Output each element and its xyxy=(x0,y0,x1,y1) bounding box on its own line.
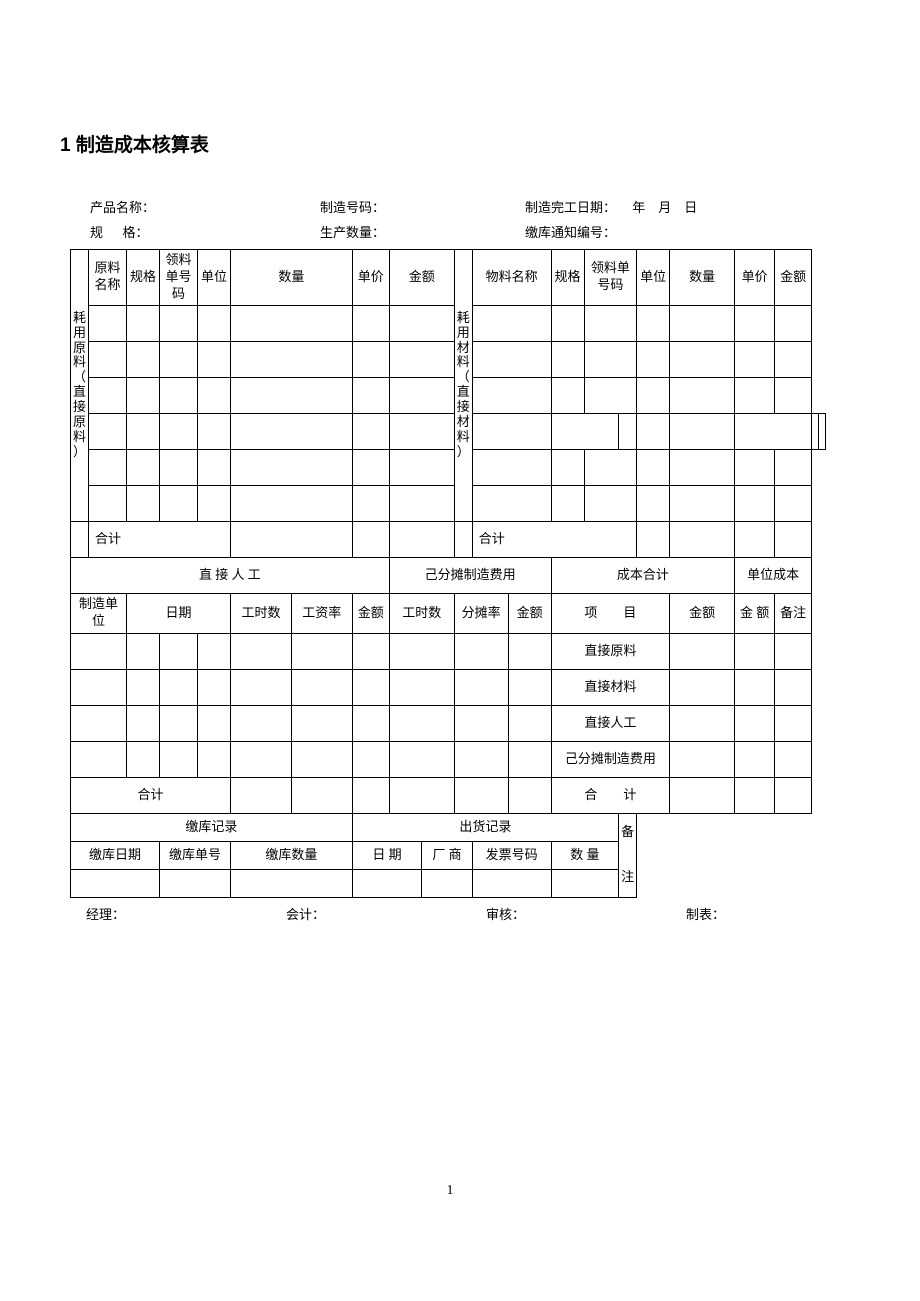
table-row xyxy=(71,485,826,521)
product-name-label: 产品名称： xyxy=(90,200,155,215)
table-row: 直接人工 xyxy=(71,705,826,741)
col-amt-r: 金额 xyxy=(775,250,812,306)
table-row xyxy=(71,341,826,377)
col-spec-r: 规格 xyxy=(551,250,584,306)
out-record-header: 出货记录 xyxy=(352,813,618,841)
col-qty-r: 数量 xyxy=(670,250,735,306)
out-qty-col: 数 量 xyxy=(551,841,619,869)
col-mat-name: 物料名称 xyxy=(472,250,551,306)
signature-row: 经理： 会计： 审核： 制表： xyxy=(86,904,826,923)
col-reqno-r: 领料单号码 xyxy=(584,250,637,306)
in-no-col: 缴库单号 xyxy=(160,841,231,869)
col-amt-l: 金额 xyxy=(389,250,454,306)
direct-labor-header: 直 接 人 工 xyxy=(71,557,390,593)
cost-table: 耗用原料（直接原料） 原料名称 规格 领料单号码 单位 数量 单价 金额 耗用材… xyxy=(70,249,826,898)
remark-vertical: 备注 xyxy=(619,813,637,897)
amount-col-1: 金额 xyxy=(352,593,389,633)
cost-total-header: 成本合计 xyxy=(551,557,735,593)
manager-label: 经理： xyxy=(86,907,125,922)
table-row: 直接原料 xyxy=(71,633,826,669)
spec-label-p1: 规 xyxy=(90,225,103,240)
in-qty-col: 缴库数量 xyxy=(231,841,353,869)
col-raw-name: 原料名称 xyxy=(89,250,127,306)
meta-row-2: 规 格： 生产数量： 缴库通知编号： xyxy=(60,222,840,241)
meta-row-1: 产品名称： 制造号码： 制造完工日期： 年 月 日 xyxy=(60,197,840,216)
mfg-unit-col: 制造单位 xyxy=(71,593,127,633)
month-label: 月 xyxy=(658,200,671,215)
col-unit-r: 单位 xyxy=(637,250,670,306)
col-price-r: 单价 xyxy=(735,250,775,306)
col-reqno-l: 领料单号码 xyxy=(160,250,198,306)
amt2-col: 金额 xyxy=(670,593,735,633)
mfg-no-label: 制造号码： xyxy=(320,200,385,215)
in-date-col: 缴库日期 xyxy=(71,841,160,869)
inv-no-col: 发票号码 xyxy=(472,841,551,869)
left-vertical-label: 耗用原料（直接原料） xyxy=(71,250,89,522)
year-label: 年 xyxy=(632,200,645,215)
remark-col: 备注 xyxy=(775,593,812,633)
item-direct-mat: 直接材料 xyxy=(551,669,670,705)
maker-label: 制表： xyxy=(686,907,725,922)
complete-date-label: 制造完工日期： xyxy=(525,200,616,215)
spec-label-p2: 格： xyxy=(123,225,149,240)
subtotal-row: 合计 合计 xyxy=(71,521,826,557)
table-row xyxy=(71,305,826,341)
table-row xyxy=(71,413,826,449)
vendor-col: 厂 商 xyxy=(422,841,473,869)
item-alloc-mfg: 己分摊制造费用 xyxy=(551,741,670,777)
table-row xyxy=(71,449,826,485)
col-qty-l: 数量 xyxy=(231,250,353,306)
item-total: 合 计 xyxy=(551,777,670,813)
item-direct-labor: 直接人工 xyxy=(551,705,670,741)
acct-label: 会计： xyxy=(286,907,325,922)
in-record-header: 缴库记录 xyxy=(71,813,353,841)
page-number: 1 xyxy=(60,1183,840,1199)
subtotal-r: 合计 xyxy=(472,521,636,557)
col-spec-l: 规格 xyxy=(127,250,160,306)
item-col: 项 目 xyxy=(551,593,670,633)
table-row: 直接材料 xyxy=(71,669,826,705)
alloc-rate-col: 分摊率 xyxy=(454,593,508,633)
qty-label: 生产数量： xyxy=(320,225,385,240)
item-direct-raw: 直接原料 xyxy=(551,633,670,669)
col-price-l: 单价 xyxy=(352,250,389,306)
table-row: 己分摊制造费用 xyxy=(71,741,826,777)
hours-col-2: 工时数 xyxy=(389,593,454,633)
amount-col-2: 金额 xyxy=(508,593,551,633)
unit-cost-header: 单位成本 xyxy=(735,557,812,593)
col-unit-l: 单位 xyxy=(198,250,231,306)
day-label: 日 xyxy=(684,200,697,215)
date-col: 日期 xyxy=(127,593,231,633)
subtotal-2: 合计 xyxy=(71,777,231,813)
subtotal-l: 合计 xyxy=(89,521,231,557)
warehouse-notice-label: 缴库通知编号： xyxy=(525,225,616,240)
right-vertical-label: 耗用材料（直接材料） xyxy=(454,250,472,522)
table-row xyxy=(71,377,826,413)
amt3-col: 金 额 xyxy=(735,593,775,633)
subtotal-row-2: 合计 合 计 xyxy=(71,777,826,813)
out-date-col: 日 期 xyxy=(352,841,421,869)
wage-rate-col: 工资率 xyxy=(291,593,352,633)
hours-col: 工时数 xyxy=(231,593,292,633)
allocated-header: 己分摊制造费用 xyxy=(389,557,551,593)
audit-label: 审核： xyxy=(486,907,525,922)
doc-title: 1 制造成本核算表 xyxy=(60,130,840,157)
